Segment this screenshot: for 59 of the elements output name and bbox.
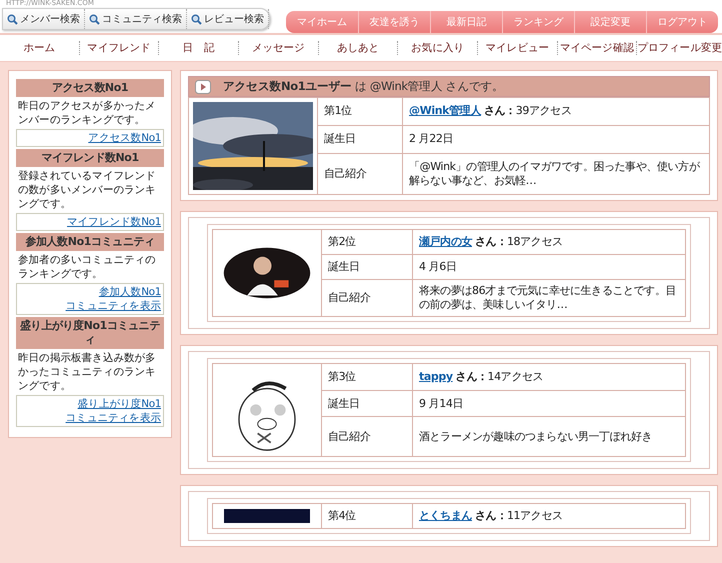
field-label: 誕生日 (322, 390, 412, 417)
section-description: 登録されているマイフレンドの数が多いメンバーのランキングです。 (17, 169, 157, 212)
honorific: さん： (484, 104, 516, 118)
member-link[interactable]: tappy (419, 370, 453, 383)
ranking-link[interactable]: アクセス数No1 (88, 131, 161, 145)
field-label: 自己紹介 (322, 280, 412, 316)
section-title: 盛り上がり度No1コミュニティ (16, 317, 164, 349)
section-description: 参加者の多いコミュニティのランキングです。 (17, 253, 157, 282)
ranking-link[interactable]: コミュニティを表示 (66, 411, 161, 425)
field-value: 「@Wink」の管理人のイマガワです。困った事や、使い方が解らない事など、お気軽… (402, 153, 710, 194)
member-link[interactable]: 瀬戸内の女 (419, 235, 472, 248)
field-label: 第4位 (322, 504, 412, 528)
nav-link[interactable]: マイフレンド (80, 41, 160, 55)
field-value: 9 月14日 (412, 390, 686, 417)
play-icon (195, 80, 211, 94)
ranking-link[interactable]: マイフレンド数No1 (67, 215, 161, 229)
nav-link[interactable]: メッセージ (238, 41, 319, 55)
field-label: 誕生日 (318, 125, 402, 154)
field-label: 自己紹介 (318, 153, 402, 194)
field-label: 自己紹介 (322, 416, 412, 456)
card-title: アクセス数No1ユーザー は @Wink管理人 さんです。 (223, 79, 504, 94)
search-button[interactable]: コミュニティ検索 (85, 9, 187, 29)
search-button[interactable]: メンバー検索 (3, 9, 85, 29)
ranking-link[interactable]: 盛り上がり度No1 (78, 397, 161, 411)
field-value: 4 月6日 (412, 254, 686, 280)
nav-link[interactable]: マイレビュー (478, 41, 558, 55)
honorific: さん： (475, 509, 507, 522)
nav-link[interactable]: マイページ確認 (558, 41, 638, 55)
search-icon (89, 14, 100, 24)
nav-link[interactable]: お気に入り (398, 41, 478, 55)
access-count: 18アクセス (506, 235, 563, 248)
access-count: 11アクセス (506, 509, 563, 522)
nav-link[interactable]: あしあと (318, 41, 398, 55)
member-link[interactable]: @Wink管理人 (409, 104, 481, 118)
ranking-link[interactable]: コミュニティを表示 (66, 299, 161, 313)
field-value: 将来の夢は86才まで元気に幸せに生きることです。目の前の夢は、美味しいイタリ… (412, 280, 686, 316)
search-icon (191, 14, 202, 24)
member-link[interactable]: とくちまん (419, 509, 472, 522)
search-button[interactable]: レビュー検索 (187, 9, 269, 29)
section-title: マイフレンド数No1 (16, 149, 164, 167)
section-description: 昨日の掲示板書き込み数が多かったコミュニティのランキングです。 (17, 351, 157, 394)
field-label: 第2位 (322, 230, 412, 254)
honorific: さん： (475, 235, 507, 248)
nav-link[interactable]: ホーム (0, 41, 80, 55)
field-label: 誕生日 (322, 254, 412, 280)
field-value: 2 月22日 (402, 125, 710, 154)
honorific: さん： (456, 370, 488, 383)
field-value: 酒とラーメンが趣味のつまらない男一丁ぽれ好き (412, 416, 686, 456)
section-title: アクセス数No1 (16, 79, 164, 97)
section-title: 参加人数No1コミュニティ (16, 233, 164, 251)
nav-link[interactable]: プロフィール変更 (637, 41, 722, 55)
field-label: 第1位 (318, 98, 402, 126)
ranking-link[interactable]: 参加人数No1 (98, 285, 161, 299)
access-count: 39アクセス (516, 104, 572, 118)
section-description: 昨日のアクセスが多かったメンバーのランキングです。 (17, 99, 157, 128)
nav-link[interactable]: 日 記 (159, 41, 239, 55)
search-icon (7, 14, 18, 24)
field-label: 第3位 (322, 364, 412, 390)
access-count: 14アクセス (488, 370, 544, 383)
